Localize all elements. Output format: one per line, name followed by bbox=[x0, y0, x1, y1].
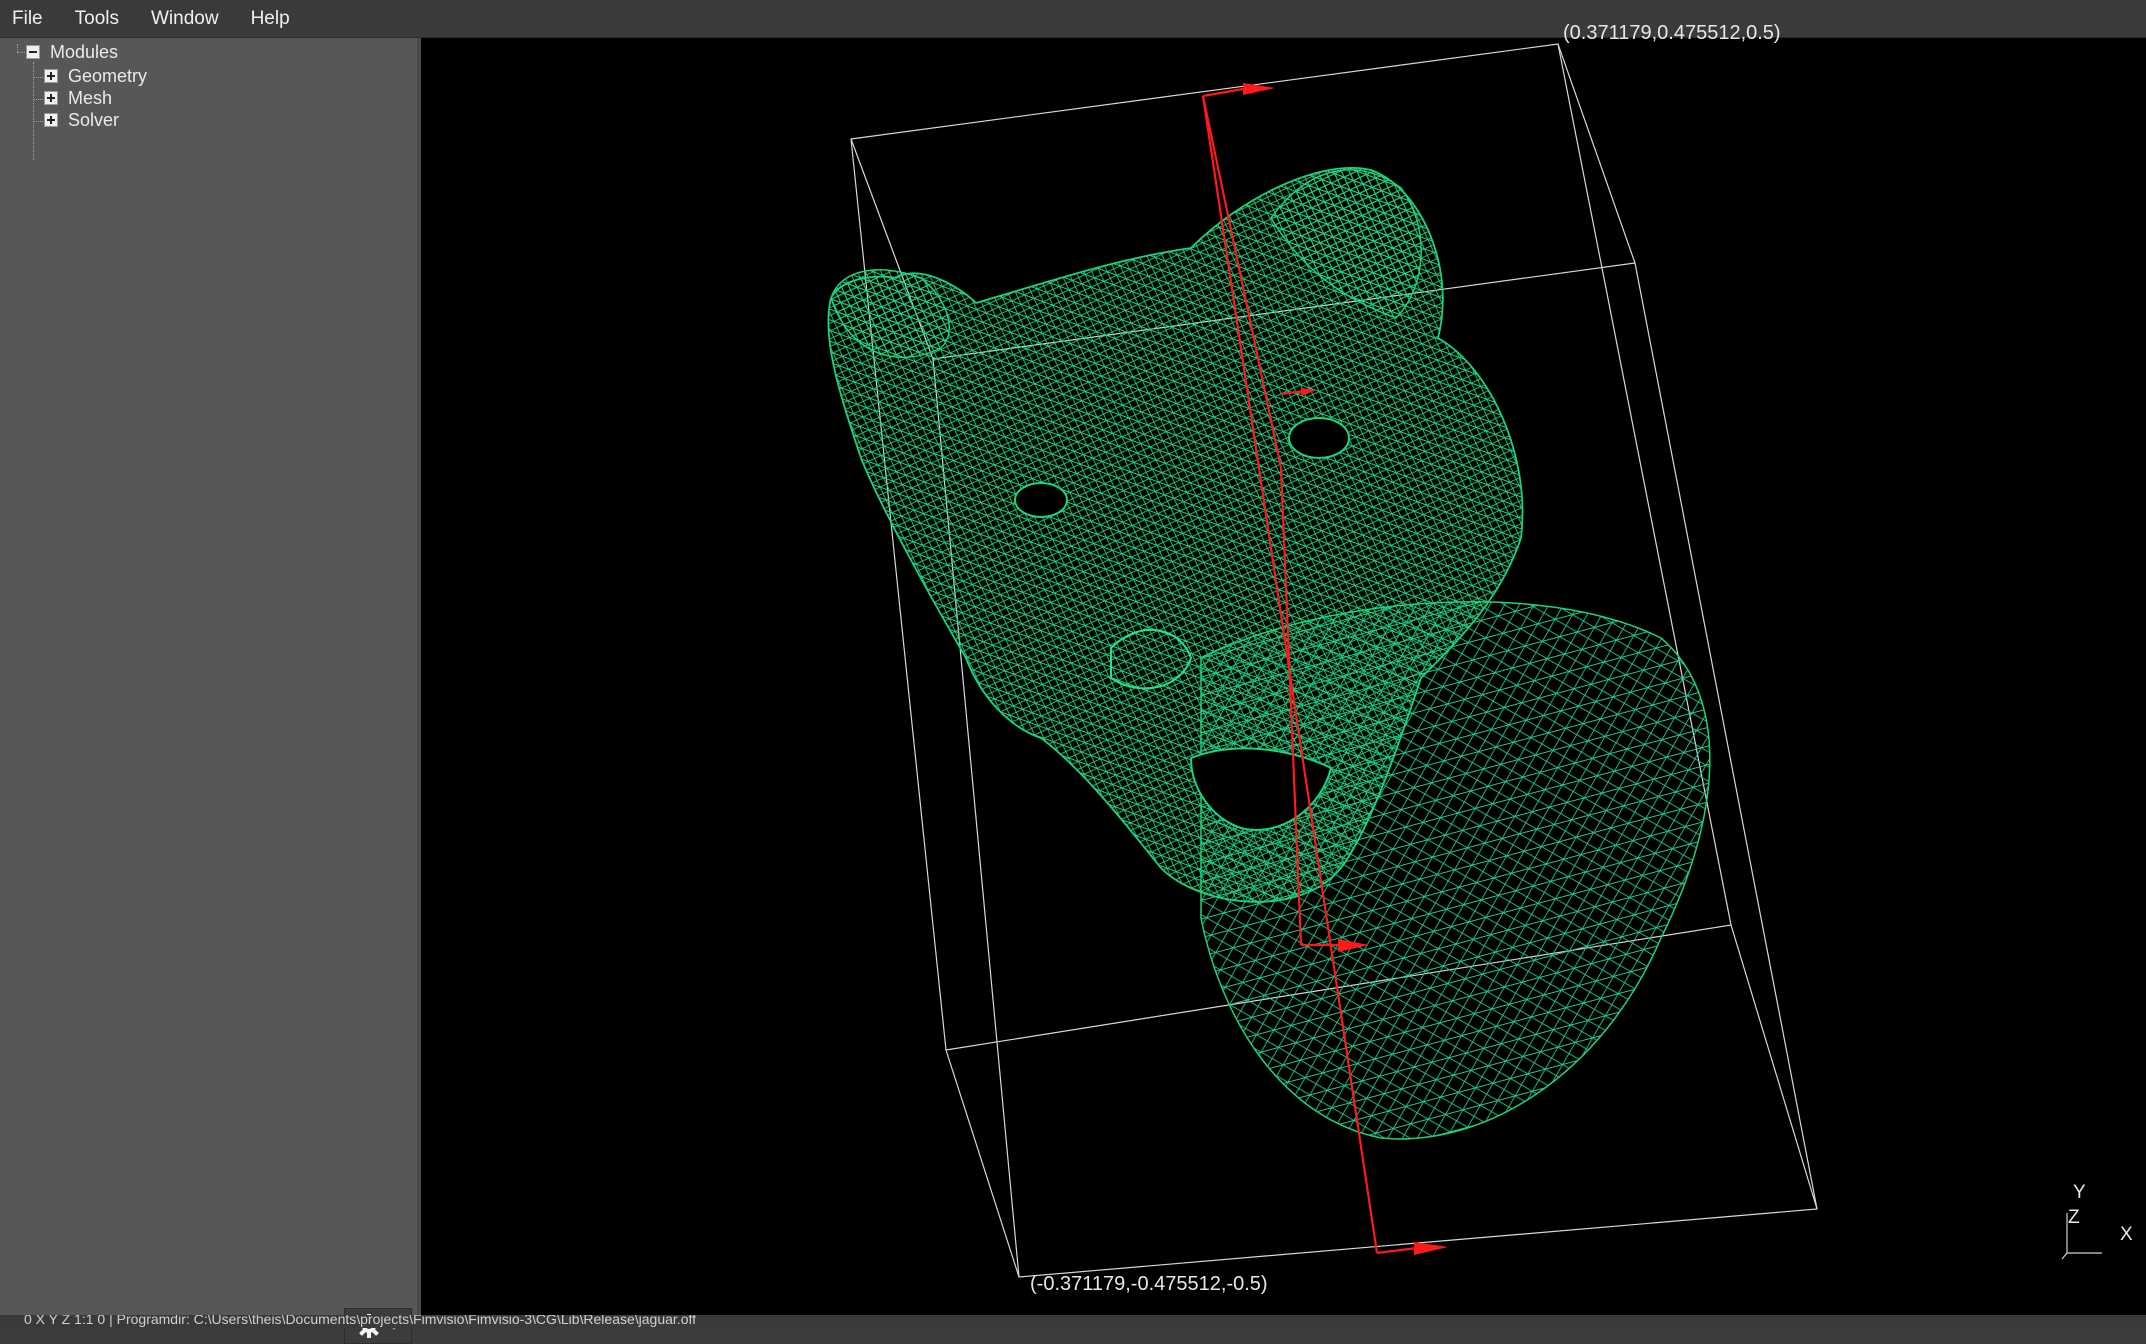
module-panel: Modules Geometry Mesh Solver bbox=[0, 38, 421, 1344]
tree-item-solver[interactable]: Solver bbox=[44, 109, 119, 131]
mesh-eye-left bbox=[1014, 482, 1068, 518]
menu-window[interactable]: Window bbox=[151, 8, 219, 30]
3d-viewport[interactable]: (0.371179,0.475512,0.5) (-0.371179,-0.47… bbox=[421, 22, 2146, 1315]
expand-icon[interactable] bbox=[44, 113, 58, 127]
tree-item-mesh[interactable]: Mesh bbox=[44, 87, 112, 109]
expand-icon[interactable] bbox=[44, 91, 58, 105]
tree-item-label: Solver bbox=[68, 109, 120, 130]
tree-item-modules[interactable]: Modules bbox=[26, 41, 118, 63]
menu-file[interactable]: File bbox=[12, 8, 43, 30]
tree-item-label: Modules bbox=[50, 41, 119, 62]
bbox-min-label: (-0.371179,-0.475512,-0.5) bbox=[1030, 1273, 1268, 1295]
tree-item-geometry[interactable]: Geometry bbox=[44, 65, 147, 87]
collapse-icon[interactable] bbox=[26, 45, 40, 59]
tree-item-label: Geometry bbox=[68, 65, 148, 86]
axis-y-label: Y bbox=[2073, 1182, 2086, 1203]
axis-x-label: X bbox=[2120, 1224, 2133, 1245]
axis-indicator: Y Z X bbox=[2040, 1182, 2140, 1265]
mesh-eye-right bbox=[1288, 417, 1350, 459]
status-bar: 0 X Y Z 1:1 0 | Programdir: C:\Users\the… bbox=[0, 1315, 2146, 1328]
menu-tools[interactable]: Tools bbox=[75, 8, 119, 30]
bbox-max-label: (0.371179,0.475512,0.5) bbox=[1563, 22, 1781, 44]
axis-z-label: Z bbox=[2068, 1207, 2080, 1228]
menu-help[interactable]: Help bbox=[251, 8, 290, 30]
tree-item-label: Mesh bbox=[68, 87, 113, 108]
status-text: 0 X Y Z 1:1 0 | Programdir: C:\Users\the… bbox=[24, 1315, 696, 1327]
menu-bar: File Tools Window Help bbox=[0, 0, 2146, 38]
expand-icon[interactable] bbox=[44, 69, 58, 83]
viewport-canvas[interactable] bbox=[421, 38, 2146, 1315]
